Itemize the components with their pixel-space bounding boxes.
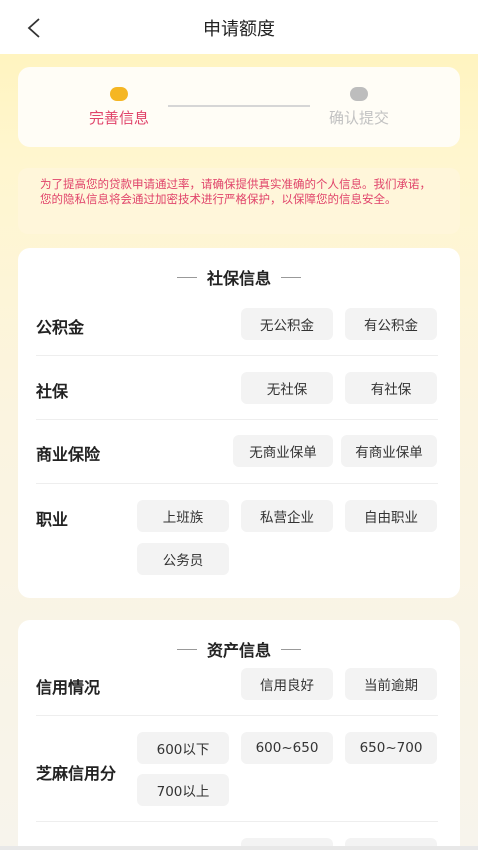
title-dash (176, 276, 197, 278)
row-commercial-insurance: 商业保险 无商业保单 有商业保单 (36, 435, 438, 469)
step-label: 确认提交 (328, 109, 389, 127)
bottom-edge (0, 846, 478, 850)
option-currently-overdue[interactable]: 当前逾期 (345, 668, 437, 700)
divider (36, 715, 438, 716)
option-private-enterprise[interactable]: 私营企业 (241, 500, 333, 532)
title-dash (281, 276, 301, 278)
row-label: 商业保险 (36, 445, 101, 464)
privacy-notice: 为了提高您的贷款申请通过率，请确保提供真实准确的个人信息。我们承诺，您的隐私信息… (18, 168, 460, 234)
section-title: 社保信息 (18, 266, 460, 288)
step-connector (168, 105, 310, 107)
social-info-section: 社保信息 公积金 无公积金 有公积金 社保 无社保 有社保 商业保险 无商业保单… (18, 248, 460, 598)
top-bar: 申请额度 (0, 0, 478, 54)
divider (36, 821, 438, 822)
row-social-insurance: 社保 无社保 有社保 (36, 372, 438, 406)
option-score-600-650[interactable]: 600~650 (241, 732, 333, 764)
option-no-social-insurance[interactable]: 无社保 (241, 372, 333, 404)
option-has-social-insurance[interactable]: 有社保 (345, 372, 437, 404)
option-civil-servant[interactable]: 公务员 (137, 543, 229, 575)
row-label: 职业 (36, 510, 69, 529)
step-confirm-submit: 确认提交 (314, 87, 404, 128)
row-housing-fund: 公积金 无公积金 有公积金 (36, 308, 438, 342)
step-dot-active (110, 87, 128, 101)
option-no-housing-fund[interactable]: 无公积金 (241, 308, 333, 340)
option-freelance[interactable]: 自由职业 (345, 500, 437, 532)
row-label: 社保 (36, 382, 69, 401)
option-has-housing-fund[interactable]: 有公积金 (345, 308, 437, 340)
option-score-above-700[interactable]: 700以上 (137, 774, 229, 806)
option-score-650-700[interactable]: 650~700 (345, 732, 437, 764)
step-complete-info: 完善信息 (74, 87, 164, 128)
option-has-commercial-policy[interactable]: 有商业保单 (341, 435, 437, 467)
divider (36, 483, 438, 484)
title-dash (176, 648, 197, 650)
row-label: 芝麻信用分 (36, 764, 117, 783)
option-no-commercial-policy[interactable]: 无商业保单 (233, 435, 333, 467)
asset-info-section: 资产信息 信用情况 信用良好 当前逾期 芝麻信用分 600以下 600~650 … (18, 620, 460, 850)
divider (36, 355, 438, 356)
step-dot-inactive (350, 87, 368, 101)
row-sesame-credit-score: 芝麻信用分 600以下 600~650 650~700 700以上 (36, 732, 438, 808)
row-occupation: 职业 上班族 私营企业 自由职业 公务员 (36, 500, 438, 576)
option-score-below-600[interactable]: 600以下 (137, 732, 229, 764)
page-title: 申请额度 (203, 19, 275, 40)
row-label: 公积金 (36, 318, 85, 337)
row-credit-status: 信用情况 信用良好 当前逾期 (36, 668, 438, 702)
steps-card: 完善信息 确认提交 (18, 67, 460, 147)
row-label: 信用情况 (36, 678, 101, 697)
section-title: 资产信息 (18, 638, 460, 660)
divider (36, 419, 438, 420)
step-label: 完善信息 (88, 109, 149, 127)
option-good-credit[interactable]: 信用良好 (241, 668, 333, 700)
option-office-worker[interactable]: 上班族 (137, 500, 229, 532)
title-dash (281, 648, 301, 650)
